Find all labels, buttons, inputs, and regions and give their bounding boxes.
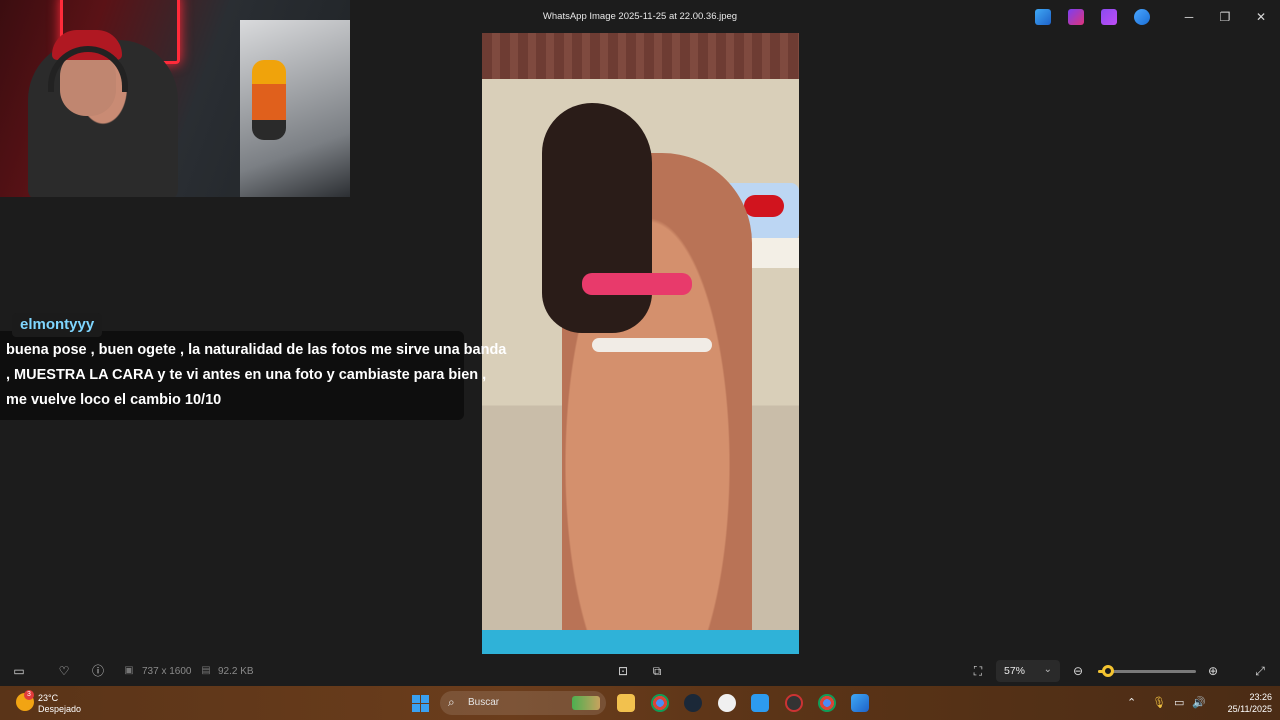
photos-icon[interactable] [851, 694, 869, 712]
webcam-overlay [0, 0, 350, 197]
chevron-up-icon[interactable]: ⌃ [1127, 696, 1136, 709]
microphone-icon[interactable]: 🎙 [1152, 696, 1166, 709]
zoom-in-icon[interactable]: ⊕ [1205, 663, 1221, 679]
chat-line: , MUESTRA LA CARA y te vi antes en una f… [6, 367, 487, 383]
restore-button[interactable]: ❐ [1216, 8, 1234, 26]
search-icon: ⌕ [448, 695, 455, 709]
start-button[interactable] [412, 695, 429, 712]
photo-subject-top [582, 273, 692, 295]
visual-search-icon[interactable]: ⧉ [649, 663, 665, 679]
weather-desc: Despejado [38, 704, 82, 714]
search-placeholder: Buscar [468, 697, 500, 708]
clock-time[interactable]: 23:26 [1232, 692, 1272, 702]
displayed-photo[interactable] [482, 33, 799, 654]
onedrive-icon[interactable] [1134, 9, 1150, 25]
designer-icon[interactable] [1101, 9, 1117, 25]
image-filesize: 92.2 KB [218, 666, 254, 677]
search-highlight-icon [572, 696, 600, 710]
chat-line: buena pose , buen ogete , la naturalidad… [6, 342, 507, 358]
photo-subject-band [592, 338, 712, 352]
volume-icon[interactable]: 🔊 [1192, 696, 1206, 709]
photo-roses-object [744, 195, 784, 217]
clipchamp-icon[interactable] [1068, 9, 1084, 25]
photo-subject-hair [542, 103, 652, 333]
weather-badge: 3 [24, 690, 34, 700]
fit-screen-icon[interactable]: ⛶ [970, 663, 986, 679]
filmstrip-icon[interactable]: ▭ [11, 663, 27, 679]
filesize-icon: ▤ [201, 665, 211, 676]
info-icon[interactable]: ⓘ [90, 663, 106, 679]
close-button[interactable]: ✕ [1252, 8, 1270, 26]
minimize-button[interactable]: ─ [1180, 8, 1198, 26]
webcam-figurine [252, 60, 286, 140]
steam-icon[interactable] [684, 694, 702, 712]
screen: WhatsApp Image 2025-11-25 at 22.00.36.jp… [0, 0, 1280, 720]
obs-icon[interactable] [718, 694, 736, 712]
fullscreen-icon[interactable]: ⤢ [1252, 663, 1268, 679]
window-title: WhatsApp Image 2025-11-25 at 22.00.36.jp… [542, 11, 738, 22]
image-dimensions: 737 x 1600 [142, 666, 192, 677]
clock-date[interactable]: 25/11/2025 [1210, 704, 1272, 714]
photo-bed [482, 630, 799, 654]
notepad-icon[interactable] [751, 694, 769, 712]
file-explorer-icon[interactable] [617, 694, 635, 712]
chat-username: elmontyyy [12, 313, 103, 337]
chat-message-box: buena pose , buen ogete , la naturalidad… [0, 331, 506, 420]
taskbar: 3 23°C Despejado ⌕ Buscar ⌃ 🎙 ▭ 🔊 23:26 … [0, 686, 1280, 720]
crop-icon[interactable]: ⊡ [615, 663, 631, 679]
zoom-value: 57% [1004, 665, 1026, 677]
dimensions-icon: ▣ [124, 665, 134, 676]
app-icon[interactable] [785, 694, 803, 712]
chrome-profile-icon[interactable] [818, 694, 836, 712]
photos-edit-icon[interactable] [1035, 9, 1051, 25]
zoom-slider-knob[interactable] [1101, 665, 1114, 677]
zoom-out-icon[interactable]: ⊖ [1070, 663, 1086, 679]
weather-temp: 23°C [38, 693, 59, 703]
chrome-icon[interactable] [651, 694, 669, 712]
viewer-toolbar: ▭ ♡ ⓘ ▣ 737 x 1600 ▤ 92.2 KB ⊡ ⧉ ⛶ 57% ⌄… [0, 656, 1280, 686]
chevron-down-icon: ⌄ [1043, 664, 1052, 675]
photo-ceiling [482, 33, 799, 79]
zoom-dropdown[interactable]: 57% ⌄ [996, 660, 1060, 682]
taskbar-search[interactable]: ⌕ Buscar [440, 691, 606, 715]
favorite-icon[interactable]: ♡ [56, 663, 72, 679]
chat-line: me vuelve loco el cambio 10/10 [6, 392, 222, 408]
network-icon[interactable]: ▭ [1174, 696, 1184, 709]
